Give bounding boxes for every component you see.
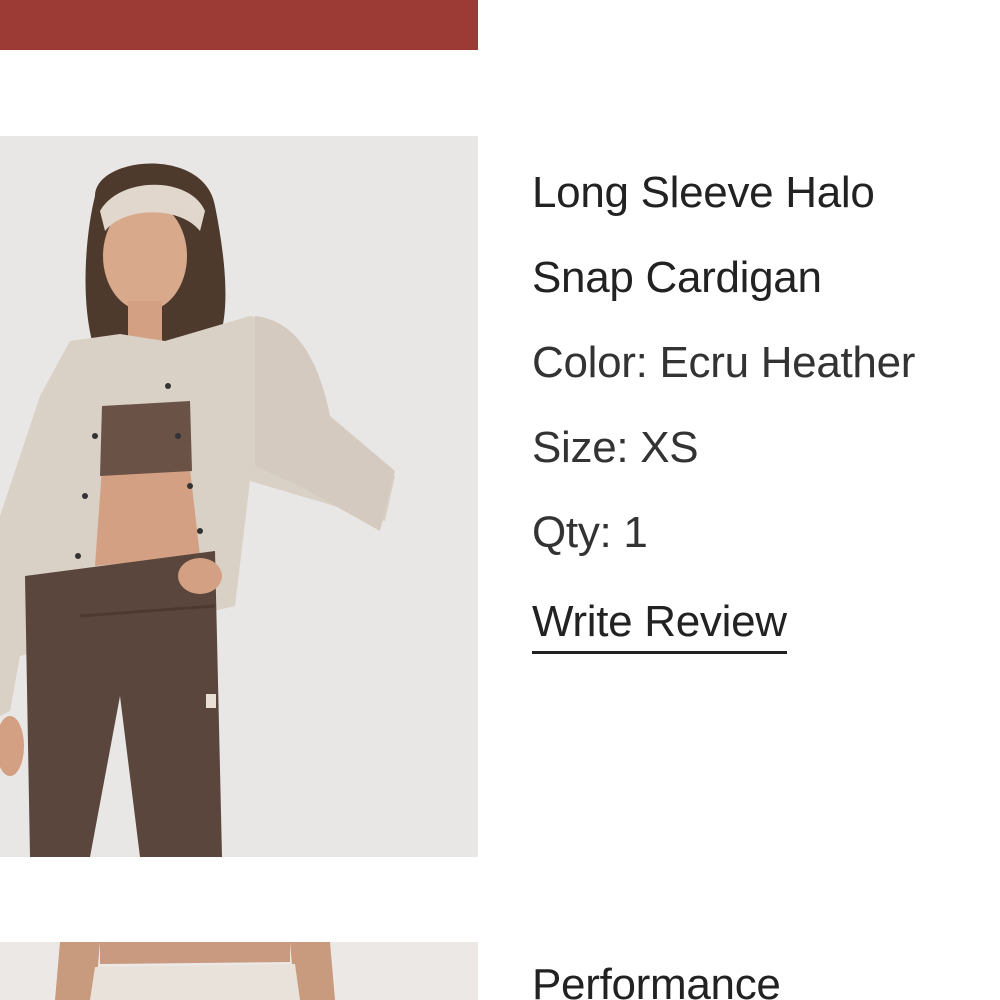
next-item-photo-illustration (0, 942, 478, 1000)
product-title[interactable]: Long Sleeve Halo Snap Cardigan (532, 150, 972, 320)
next-item-image[interactable] (0, 942, 478, 1000)
product-image[interactable] (0, 136, 478, 857)
product-color: Color: Ecru Heather (532, 338, 916, 387)
product-details: Long Sleeve Halo Snap Cardigan Color: Ec… (532, 150, 972, 654)
product-size: Size: XS (532, 423, 699, 472)
previous-item-image[interactable] (0, 0, 478, 50)
model-photo-illustration (0, 136, 478, 857)
next-product-title[interactable]: Performance (532, 955, 781, 1000)
product-quantity: Qty: 1 (532, 508, 648, 557)
order-items-list: Long Sleeve Halo Snap Cardigan Color: Ec… (0, 0, 1000, 1000)
write-review-link[interactable]: Write Review (532, 597, 787, 654)
